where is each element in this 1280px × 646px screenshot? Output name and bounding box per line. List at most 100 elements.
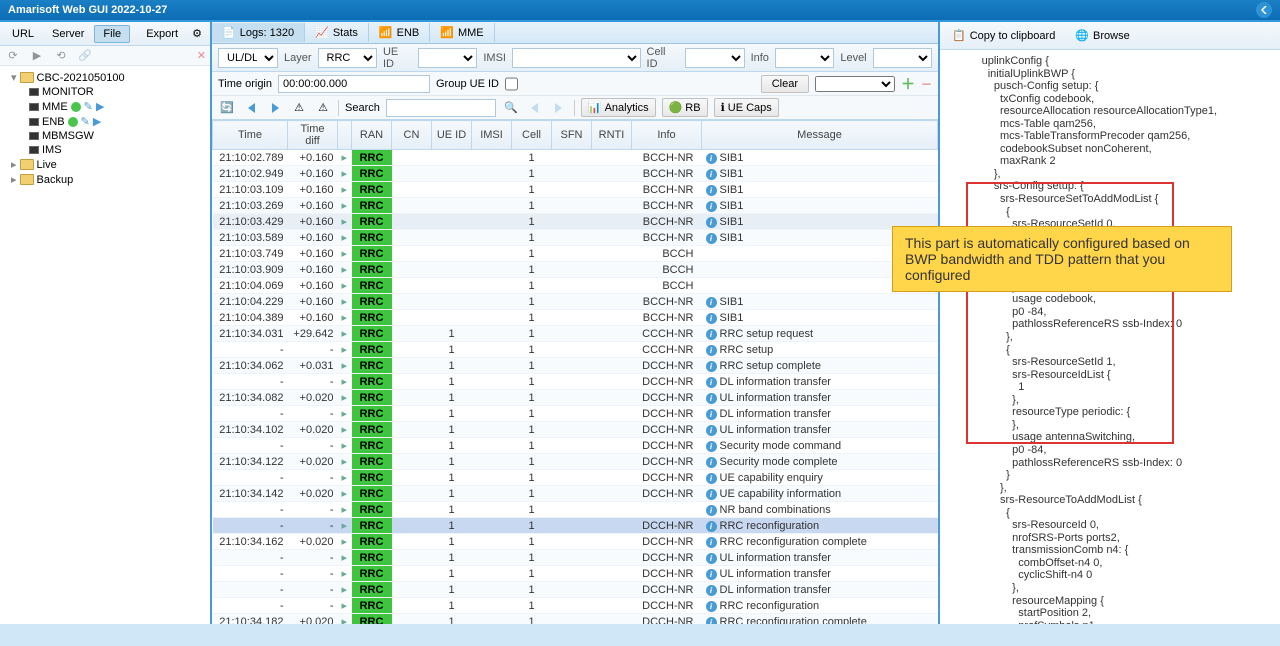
ueid-select[interactable] — [418, 48, 477, 68]
file-button[interactable]: File — [94, 25, 130, 43]
table-row[interactable]: --▸RRC11DCCH-NRiRRC reconfiguration — [213, 598, 938, 614]
rb-button[interactable]: 🟢 RB — [662, 98, 708, 117]
binoculars-icon[interactable]: 🔍 — [502, 99, 520, 117]
remove-filter-icon[interactable]: － — [921, 76, 932, 92]
clear-button[interactable]: Clear — [761, 75, 809, 93]
table-row[interactable]: --▸RRC11DCCH-NRiRRC reconfiguration — [213, 518, 938, 534]
column-header[interactable]: Info — [632, 121, 702, 150]
imsi-select[interactable] — [512, 48, 641, 68]
table-row[interactable]: 21:10:34.122+0.020▸RRC11DCCH-NRiSecurity… — [213, 454, 938, 470]
column-header[interactable]: IMSI — [472, 121, 512, 150]
info-icon: i — [706, 505, 717, 516]
table-row[interactable]: 21:10:34.102+0.020▸RRC11DCCH-NRiUL infor… — [213, 422, 938, 438]
info-icon: i — [706, 553, 717, 564]
tree-node[interactable]: ENB ✎ ▶ — [4, 114, 206, 129]
add-filter-icon[interactable]: ＋ — [901, 74, 915, 94]
log-table-wrap[interactable]: TimeTime diff RANCNUE IDIMSICellSFNRNTIIn… — [212, 120, 938, 624]
column-header[interactable]: SFN — [552, 121, 592, 150]
collapse-icon[interactable] — [1256, 2, 1272, 18]
tree-node[interactable]: ▸Live — [4, 157, 206, 172]
column-header[interactable]: RAN — [352, 121, 392, 150]
nav-back-icon[interactable] — [242, 99, 260, 117]
column-header[interactable]: UE ID — [432, 121, 472, 150]
table-row[interactable]: 21:10:03.269+0.160▸RRC1BCCH-NRiSIB1 — [213, 198, 938, 214]
table-row[interactable]: --▸RRC11DCCH-NRiUE capability enquiry — [213, 470, 938, 486]
tree-node[interactable]: MBMSGW — [4, 129, 206, 143]
table-row[interactable]: 21:10:34.031+29.642▸RRC11CCCH-NRiRRC set… — [213, 326, 938, 342]
table-row[interactable]: 21:10:34.182+0.020▸RRC11DCCH-NRiRRC reco… — [213, 614, 938, 625]
table-row[interactable]: --▸RRC11DCCH-NRiDL information transfer — [213, 582, 938, 598]
tree-node[interactable]: MONITOR — [4, 85, 206, 99]
server-button[interactable]: Server — [44, 26, 92, 42]
info-select[interactable] — [775, 48, 834, 68]
gear-icon[interactable]: ⚙ — [188, 25, 206, 43]
refresh-icon[interactable]: ⟳ — [4, 47, 22, 65]
uecaps-button[interactable]: ℹ UE Caps — [714, 98, 779, 117]
tree-node[interactable]: MME ✎ ▶ — [4, 99, 206, 114]
column-header[interactable]: Message — [702, 121, 938, 150]
level-select[interactable] — [873, 48, 932, 68]
group-ueid-checkbox[interactable] — [505, 75, 518, 93]
nav-fwd-icon[interactable] — [266, 99, 284, 117]
table-row[interactable]: 21:10:03.749+0.160▸RRC1BCCH — [213, 246, 938, 262]
table-row[interactable]: --▸RRC11DCCH-NRiUL information transfer — [213, 550, 938, 566]
tab-mme[interactable]: 📶 MME — [430, 23, 494, 42]
analytics-button[interactable]: 📊 Analytics — [581, 98, 656, 117]
table-row[interactable]: --▸RRC11DCCH-NRiDL information transfer — [213, 374, 938, 390]
titlebar: Amarisoft Web GUI 2022-10-27 — [0, 0, 1280, 22]
refresh-icon[interactable]: 🔄 — [218, 99, 236, 117]
table-row[interactable]: 21:10:34.082+0.020▸RRC11DCCH-NRiUL infor… — [213, 390, 938, 406]
tree-node[interactable]: ▾CBC-2021050100 — [4, 70, 206, 85]
table-row[interactable]: --▸RRC11DCCH-NRiSecurity mode command — [213, 438, 938, 454]
tree-node[interactable]: ▸Backup — [4, 172, 206, 187]
warning-icon[interactable]: ⚠ — [290, 99, 308, 117]
table-row[interactable]: --▸RRC11CCCH-NRiRRC setup — [213, 342, 938, 358]
filter-preset-select[interactable] — [815, 76, 895, 92]
column-header[interactable]: RNTI — [592, 121, 632, 150]
table-row[interactable]: 21:10:02.949+0.160▸RRC1BCCH-NRiSIB1 — [213, 166, 938, 182]
copy-button[interactable]: 📋 Copy to clipboard — [946, 27, 1061, 44]
table-row[interactable]: 21:10:04.389+0.160▸RRC1BCCH-NRiSIB1 — [213, 310, 938, 326]
table-row[interactable]: 21:10:04.069+0.160▸RRC1BCCH — [213, 278, 938, 294]
code-view[interactable]: uplinkConfig { initialUplinkBWP { pusch-… — [940, 50, 1280, 624]
column-header[interactable]: Cell — [512, 121, 552, 150]
table-row[interactable]: 21:10:03.589+0.160▸RRC1BCCH-NRiSIB1 — [213, 230, 938, 246]
cell-select[interactable] — [685, 48, 744, 68]
time-origin-input[interactable] — [278, 75, 430, 93]
table-row[interactable]: 21:10:04.229+0.160▸RRC1BCCH-NRiSIB1 — [213, 294, 938, 310]
tree-node[interactable]: IMS — [4, 143, 206, 157]
close-icon[interactable]: ✕ — [197, 49, 206, 62]
table-row[interactable]: 21:10:02.789+0.160▸RRC1BCCH-NRiSIB1 — [213, 150, 938, 166]
table-row[interactable]: 21:10:34.142+0.020▸RRC11DCCH-NRiUE capab… — [213, 486, 938, 502]
column-header[interactable]: Time — [213, 121, 288, 150]
table-row[interactable]: 21:10:34.062+0.031▸RRC11DCCH-NRiRRC setu… — [213, 358, 938, 374]
browse-button[interactable]: 🌐 Browse — [1069, 27, 1135, 44]
table-row[interactable]: --▸RRC11DCCH-NRiDL information transfer — [213, 406, 938, 422]
alert-icon[interactable]: ⚠ — [314, 99, 332, 117]
table-row[interactable]: 21:10:03.429+0.160▸RRC1BCCH-NRiSIB1 — [213, 214, 938, 230]
uldl-select[interactable]: UL/DL — [218, 48, 278, 68]
search-input[interactable] — [386, 99, 496, 117]
table-row[interactable]: 21:10:03.109+0.160▸RRC1BCCH-NRiSIB1 — [213, 182, 938, 198]
info-icon: i — [706, 585, 717, 596]
folder-icon — [20, 159, 34, 170]
column-header[interactable]: CN — [392, 121, 432, 150]
url-button[interactable]: URL — [4, 26, 42, 42]
column-header[interactable] — [338, 121, 352, 150]
table-row[interactable]: --▸RRC11iNR band combinations — [213, 502, 938, 518]
column-header[interactable]: Time diff — [288, 121, 338, 150]
tab-stats[interactable]: 📈 Stats — [305, 23, 369, 42]
search-prev-icon[interactable] — [526, 99, 544, 117]
sync-icon[interactable]: ⟲ — [52, 47, 70, 65]
layer-select[interactable]: RRC — [318, 48, 377, 68]
tab-enb[interactable]: 📶 ENB — [369, 23, 430, 42]
search-next-icon[interactable] — [550, 99, 568, 117]
tree-label: MME — [42, 101, 68, 113]
table-row[interactable]: 21:10:34.162+0.020▸RRC11DCCH-NRiRRC reco… — [213, 534, 938, 550]
table-row[interactable]: 21:10:03.909+0.160▸RRC1BCCH — [213, 262, 938, 278]
link-icon[interactable]: 🔗 — [76, 47, 94, 65]
table-row[interactable]: --▸RRC11DCCH-NRiUL information transfer — [213, 566, 938, 582]
tab-logs[interactable]: 📄 Logs: 1320 — [212, 23, 305, 42]
play-icon[interactable]: ▶ — [28, 47, 46, 65]
export-button[interactable]: Export — [138, 26, 186, 42]
